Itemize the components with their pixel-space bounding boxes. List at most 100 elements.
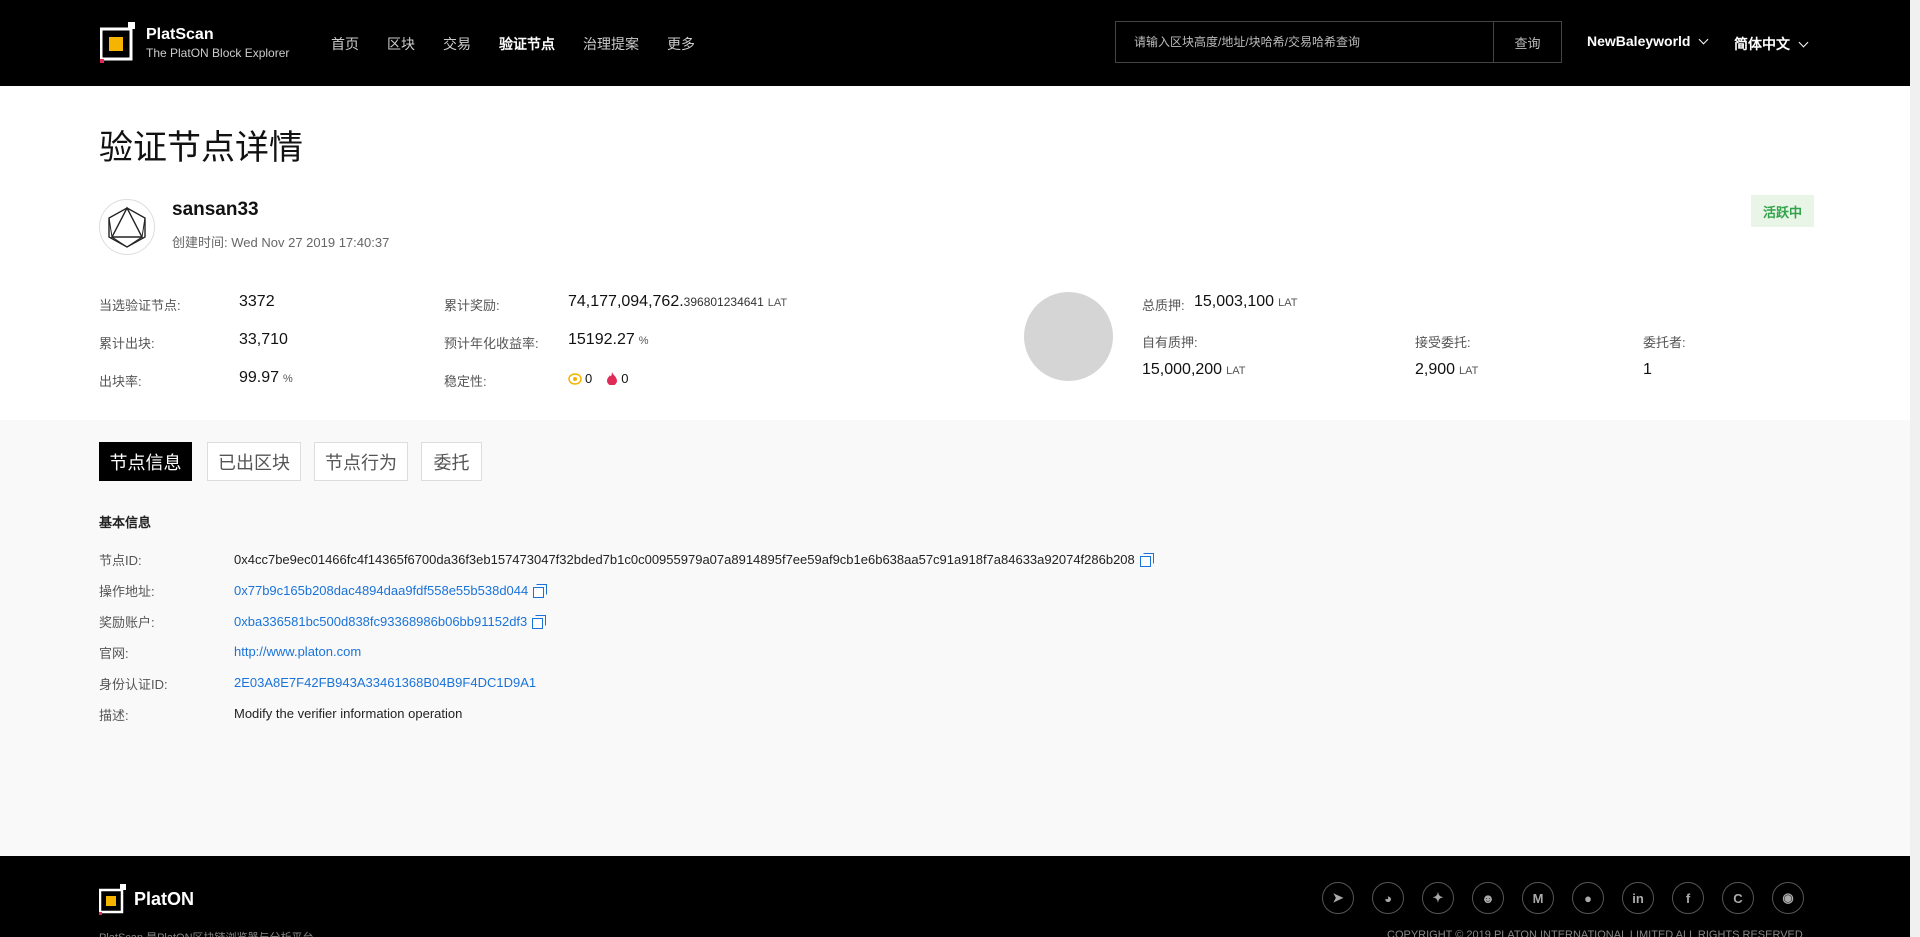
- reward-decimal: 396801234641: [683, 295, 764, 309]
- apr-unit: %: [638, 335, 649, 347]
- delegators-value: 1: [1643, 361, 1652, 378]
- wechat-icon[interactable]: ◕: [1372, 882, 1404, 914]
- copy-icon[interactable]: [533, 584, 548, 598]
- tab-produced-blocks[interactable]: 已出区块: [207, 442, 301, 481]
- chevron-down-icon: [1798, 37, 1809, 48]
- delegated-label: 接受委托:: [1415, 335, 1471, 350]
- nav-validators[interactable]: 验证节点: [499, 34, 555, 54]
- network-label: NewBaleyworld: [1587, 33, 1691, 49]
- status-badge: 活跃中: [1751, 195, 1814, 227]
- facebook-icon[interactable]: f: [1672, 882, 1704, 914]
- own-stake-value: 15,000,200 LAT: [1142, 361, 1245, 379]
- node-polyhedron-icon: [108, 206, 146, 248]
- created-value: Wed Nov 27 2019 17:40:37: [231, 235, 390, 250]
- total-stake-value: 15,003,100 LAT: [1194, 293, 1297, 311]
- elected-value: 3372: [239, 293, 275, 310]
- search-input[interactable]: [1116, 22, 1493, 62]
- created-label: 创建时间:: [172, 235, 228, 250]
- language-selector[interactable]: 简体中文: [1734, 34, 1809, 54]
- copy-icon[interactable]: [532, 615, 547, 629]
- basic-info-title: 基本信息: [99, 515, 152, 530]
- identity-label: 身份认证ID:: [99, 677, 168, 692]
- logo-subtitle: The PlatON Block Explorer: [146, 46, 290, 60]
- tab-node-actions[interactable]: 节点行为: [314, 442, 408, 481]
- node-id-value: 0x4cc7be9ec01466fc4f14365f6700da36f3eb15…: [234, 552, 1135, 567]
- platon-logo-icon[interactable]: [99, 884, 129, 916]
- coinmarketcap-icon[interactable]: C: [1722, 882, 1754, 914]
- stability-low-count: 0: [585, 371, 593, 386]
- reward-integer: 74,177,094,762.: [568, 293, 684, 310]
- identity-link[interactable]: 2E03A8E7F42FB943A33461368B04B9F4DC1D9A1: [234, 675, 536, 690]
- node-id-row: 0x4cc7be9ec01466fc4f14365f6700da36f3eb15…: [234, 551, 1154, 567]
- blocks-label: 累计出块:: [99, 336, 155, 351]
- network-selector[interactable]: NewBaleyworld: [1587, 33, 1709, 49]
- apr-value: 15192.27%: [568, 331, 649, 349]
- blocks-value: 33,710: [239, 331, 288, 348]
- nav-more[interactable]: 更多: [667, 34, 695, 54]
- node-id-label: 节点ID:: [99, 553, 142, 568]
- detail-section: [0, 420, 1910, 856]
- linkedin-icon[interactable]: in: [1622, 882, 1654, 914]
- language-label: 简体中文: [1734, 36, 1790, 52]
- total-stake-number: 15,003,100: [1194, 293, 1275, 310]
- platscan-logo-icon[interactable]: [100, 22, 140, 64]
- footer-description: PlatScan 是PlatON区块链浏览器与分析平台: [99, 929, 314, 937]
- delegated-number: 2,900: [1415, 361, 1456, 378]
- reward-value: 74,177,094,762.396801234641 LAT: [568, 293, 787, 311]
- own-stake-label: 自有质押:: [1142, 335, 1198, 350]
- nav-transactions[interactable]: 交易: [443, 34, 471, 54]
- delegators-label: 委托者:: [1643, 335, 1686, 350]
- reward-account-row: 0xba336581bc500d838fc93368986b06bb91152d…: [234, 613, 547, 629]
- tab-delegation[interactable]: 委托: [421, 442, 482, 481]
- github-icon[interactable]: ●: [1572, 882, 1604, 914]
- own-stake-number: 15,000,200: [1142, 361, 1223, 378]
- operator-label: 操作地址:: [99, 584, 155, 599]
- reward-account-link[interactable]: 0xba336581bc500d838fc93368986b06bb91152d…: [234, 614, 527, 629]
- description-value: Modify the verifier information operatio…: [234, 706, 463, 721]
- operator-address-link[interactable]: 0x77b9c165b208dac4894daa9fdf558e55b538d0…: [234, 583, 528, 598]
- reddit-icon[interactable]: ☻: [1472, 882, 1504, 914]
- nav-blocks[interactable]: 区块: [387, 34, 415, 54]
- block-rate-value: 99.97%: [239, 369, 293, 387]
- stability-label: 稳定性:: [444, 374, 487, 389]
- low-block-rate-icon: [568, 372, 582, 385]
- block-rate-unit: %: [283, 373, 293, 385]
- footer-copyright: COPYRIGHT © 2019 PLATON INTERNATIONAL LI…: [1387, 929, 1803, 937]
- delegated-unit: LAT: [1459, 365, 1479, 377]
- operator-row: 0x77b9c165b208dac4894daa9fdf558e55b538d0…: [234, 582, 548, 598]
- reward-label: 累计奖励:: [444, 298, 500, 313]
- search-button[interactable]: 查询: [1493, 22, 1561, 62]
- block-rate-label: 出块率:: [99, 374, 142, 389]
- slash-fire-icon: [607, 372, 618, 385]
- telegram-icon[interactable]: ➤: [1322, 882, 1354, 914]
- stability-slash-count: 0: [621, 371, 629, 386]
- description-label: 描述:: [99, 708, 129, 723]
- tab-node-info[interactable]: 节点信息: [99, 442, 192, 481]
- reward-unit: LAT: [767, 297, 788, 309]
- logo-title[interactable]: PlatScan: [146, 26, 214, 44]
- stability-value: 0 0: [568, 371, 628, 386]
- website-link[interactable]: http://www.platon.com: [234, 644, 361, 659]
- node-name: sansan33: [172, 199, 259, 220]
- top-navbar: PlatScan The PlatON Block Explorer 首页 区块…: [0, 0, 1910, 86]
- chevron-down-icon: [1699, 34, 1709, 45]
- page-scrollbar[interactable]: [1910, 0, 1920, 937]
- twitter-icon[interactable]: ✦: [1422, 882, 1454, 914]
- search-box: 查询: [1115, 21, 1562, 63]
- delegated-value: 2,900 LAT: [1415, 361, 1478, 379]
- block-rate-number: 99.97: [239, 369, 280, 386]
- medium-icon[interactable]: M: [1522, 882, 1554, 914]
- nav-home[interactable]: 首页: [331, 34, 359, 54]
- footer-logo-text: PlatON: [134, 889, 195, 909]
- main-nav: 首页 区块 交易 验证节点 治理提案 更多: [331, 34, 723, 54]
- total-stake-label: 总质押:: [1142, 298, 1185, 313]
- created-time: 创建时间: Wed Nov 27 2019 17:40:37: [172, 232, 389, 251]
- apr-number: 15192.27: [568, 331, 635, 348]
- elected-label: 当选验证节点:: [99, 298, 181, 313]
- discord-icon[interactable]: ◉: [1772, 882, 1804, 914]
- reward-account-label: 奖励账户:: [99, 615, 155, 630]
- nav-proposals[interactable]: 治理提案: [583, 34, 639, 54]
- stake-ratio-chart: [1024, 292, 1113, 381]
- copy-icon[interactable]: [1139, 553, 1154, 567]
- apr-label: 预计年化收益率:: [444, 336, 539, 351]
